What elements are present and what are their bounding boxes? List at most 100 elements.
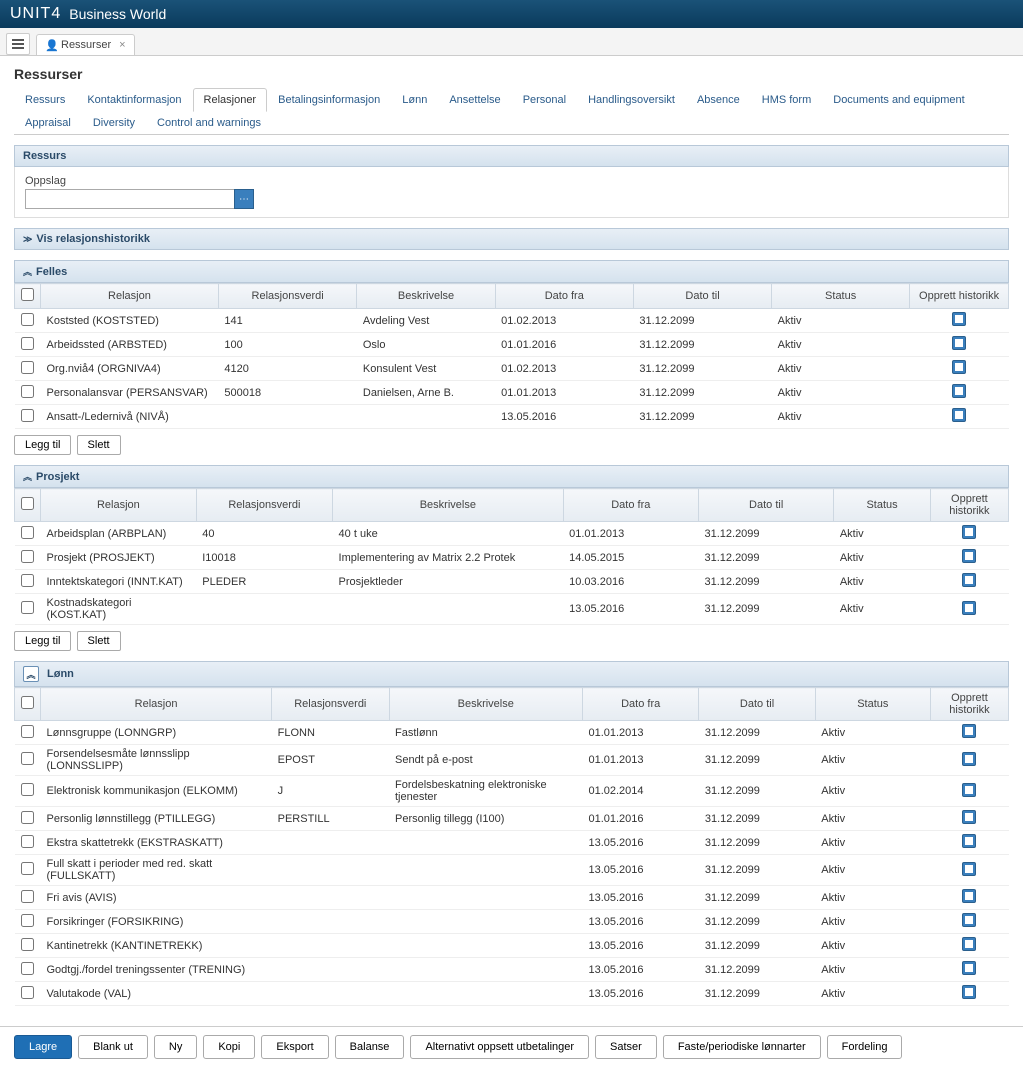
subtab-absence[interactable]: Absence [686,88,751,111]
row-checkbox[interactable] [21,725,34,738]
row-checkbox[interactable] [21,835,34,848]
lookup-button[interactable] [234,189,254,209]
col-header[interactable]: Dato fra [582,688,698,721]
subtab-kontaktinformasjon[interactable]: Kontaktinformasjon [76,88,192,111]
subtab-ansettelse[interactable]: Ansettelse [438,88,511,111]
footer-fordeling-button[interactable]: Fordeling [827,1035,903,1059]
history-icon[interactable] [962,937,976,951]
footer-eksport-button[interactable]: Eksport [261,1035,328,1059]
row-checkbox[interactable] [21,783,34,796]
footer-faste-periodiske-l-nnarter-button[interactable]: Faste/periodiske lønnarter [663,1035,821,1059]
table-row[interactable]: Lønnsgruppe (LONNGRP)FLONNFastlønn01.01.… [15,721,1009,745]
delete-button[interactable]: Slett [77,435,121,455]
history-icon[interactable] [952,384,966,398]
table-row[interactable]: Forsikringer (FORSIKRING)13.05.201631.12… [15,910,1009,934]
footer-kopi-button[interactable]: Kopi [203,1035,255,1059]
table-row[interactable]: Prosjekt (PROSJEKT)I10018Implementering … [15,546,1009,570]
row-checkbox[interactable] [21,526,34,539]
table-row[interactable]: Org.nviå4 (ORGNIVA4)4120Konsulent Vest01… [15,357,1009,381]
table-row[interactable]: Elektronisk kommunikasjon (ELKOMM)JForde… [15,776,1009,807]
main-menu-button[interactable] [6,33,30,55]
select-all-checkbox[interactable] [21,497,34,510]
table-row[interactable]: Arbeidsplan (ARBPLAN)4040 t uke01.01.201… [15,522,1009,546]
history-icon[interactable] [962,525,976,539]
row-checkbox[interactable] [21,409,34,422]
table-row[interactable]: Ansatt-/Ledernivå (NIVÅ)13.05.201631.12.… [15,405,1009,429]
row-checkbox[interactable] [21,574,34,587]
subtab-handlingsoversikt[interactable]: Handlingsoversikt [577,88,686,111]
col-header[interactable]: Relasjonsverdi [196,489,332,522]
row-checkbox[interactable] [21,862,34,875]
row-checkbox[interactable] [21,752,34,765]
col-header[interactable]: Relasjonsverdi [272,688,389,721]
subtab-ressurs[interactable]: Ressurs [14,88,76,111]
table-row[interactable]: Kantinetrekk (KANTINETREKK)13.05.201631.… [15,934,1009,958]
col-header[interactable]: Dato fra [563,489,698,522]
add-button[interactable]: Legg til [14,435,71,455]
history-section-header[interactable]: ≫ Vis relasjonshistorikk [14,228,1009,250]
row-checkbox[interactable] [21,962,34,975]
row-checkbox[interactable] [21,890,34,903]
subtab-relasjoner[interactable]: Relasjoner [193,88,268,112]
row-checkbox[interactable] [21,385,34,398]
add-button[interactable]: Legg til [14,631,71,651]
history-icon[interactable] [962,862,976,876]
row-checkbox[interactable] [21,361,34,374]
footer-balanse-button[interactable]: Balanse [335,1035,405,1059]
col-header[interactable]: Beskrivelse [357,284,495,309]
row-checkbox[interactable] [21,811,34,824]
row-checkbox[interactable] [21,601,34,614]
subtab-control-and-warnings[interactable]: Control and warnings [146,111,272,134]
table-row[interactable]: Full skatt i perioder med red. skatt (FU… [15,855,1009,886]
ressurs-section-header[interactable]: Ressurs [14,145,1009,167]
history-icon[interactable] [962,601,976,615]
col-header[interactable]: Opprett historikk [930,688,1008,721]
footer-ny-button[interactable]: Ny [154,1035,197,1059]
collapse-toggle-icon[interactable]: ︽ [23,666,39,682]
table-row[interactable]: Forsendelsesmåte lønnsslipp (LONNSSLIPP)… [15,745,1009,776]
footer-alternativt-oppsett-utbetalinger-button[interactable]: Alternativt oppsett utbetalinger [410,1035,589,1059]
table-row[interactable]: Godtgj./fordel treningssenter (TRENING)1… [15,958,1009,982]
col-header[interactable]: Dato til [698,489,833,522]
history-icon[interactable] [962,834,976,848]
select-all-checkbox[interactable] [21,696,34,709]
subtab-hms-form[interactable]: HMS form [751,88,823,111]
footer-blank-ut-button[interactable]: Blank ut [78,1035,148,1059]
subtab-personal[interactable]: Personal [512,88,577,111]
history-icon[interactable] [962,810,976,824]
row-checkbox[interactable] [21,938,34,951]
col-header[interactable]: Status [815,688,930,721]
footer-satser-button[interactable]: Satser [595,1035,657,1059]
felles-section-header[interactable]: ︽ Felles [14,260,1009,283]
row-checkbox[interactable] [21,337,34,350]
col-header[interactable]: Status [772,284,910,309]
table-row[interactable]: Kostnadskategori (KOST.KAT)13.05.201631.… [15,594,1009,625]
history-icon[interactable] [962,913,976,927]
col-header[interactable]: Opprett historikk [910,284,1009,309]
col-header[interactable]: Opprett historikk [930,489,1008,522]
subtab-diversity[interactable]: Diversity [82,111,146,134]
col-header[interactable]: Relasjon [41,489,197,522]
table-row[interactable]: Arbeidssted (ARBSTED)100Oslo01.01.201631… [15,333,1009,357]
history-icon[interactable] [962,985,976,999]
table-row[interactable]: Personalansvar (PERSANSVAR)500018Daniels… [15,381,1009,405]
table-row[interactable]: Inntektskategori (INNT.KAT)PLEDERProsjek… [15,570,1009,594]
row-checkbox[interactable] [21,914,34,927]
subtab-appraisal[interactable]: Appraisal [14,111,82,134]
history-icon[interactable] [952,336,966,350]
delete-button[interactable]: Slett [77,631,121,651]
table-row[interactable]: Ekstra skattetrekk (EKSTRASKATT)13.05.20… [15,831,1009,855]
history-icon[interactable] [962,724,976,738]
history-icon[interactable] [962,752,976,766]
col-header[interactable]: Relasjon [41,688,272,721]
history-icon[interactable] [962,573,976,587]
col-header[interactable]: Dato fra [495,284,633,309]
history-icon[interactable] [952,408,966,422]
col-header[interactable]: Beskrivelse [333,489,564,522]
footer-lagre-button[interactable]: Lagre [14,1035,72,1059]
lonn-section-header[interactable]: ︽ Lønn [14,661,1009,687]
table-row[interactable]: Fri avis (AVIS)13.05.201631.12.2099Aktiv [15,886,1009,910]
col-header[interactable]: Dato til [633,284,771,309]
table-row[interactable]: Valutakode (VAL)13.05.201631.12.2099Akti… [15,982,1009,1006]
subtab-l-nn[interactable]: Lønn [391,88,438,111]
